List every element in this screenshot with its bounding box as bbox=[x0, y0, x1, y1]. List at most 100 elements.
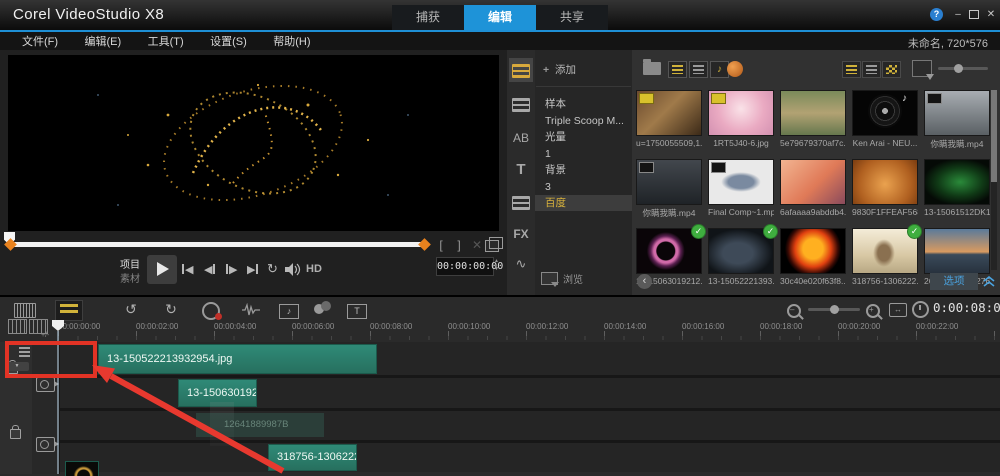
menu-settings[interactable]: 设置(S) bbox=[210, 33, 247, 49]
graphic-icon[interactable] bbox=[509, 190, 533, 214]
help-icon[interactable]: ? bbox=[930, 8, 943, 21]
add-folder-button[interactable]: + 添加 bbox=[543, 62, 576, 77]
overlay-track-3[interactable] bbox=[0, 443, 1000, 472]
menu-help[interactable]: 帮助(H) bbox=[273, 33, 310, 49]
browse-button[interactable]: 浏览 bbox=[541, 271, 583, 287]
import-media-button[interactable] bbox=[912, 60, 934, 80]
back-button[interactable]: ‹ bbox=[637, 274, 652, 289]
collapse-panel-button[interactable] bbox=[982, 274, 996, 289]
media-thumbnail[interactable] bbox=[708, 159, 774, 205]
mark-in-button[interactable]: [ bbox=[434, 238, 448, 253]
show-photos-toggle[interactable] bbox=[689, 61, 708, 78]
redo-button[interactable]: ↻ bbox=[158, 300, 184, 319]
timecode-stepper[interactable]: ▲ ▼ bbox=[494, 257, 499, 273]
timeline-view-button[interactable] bbox=[55, 300, 83, 321]
media-item[interactable]: Final Comp~1.mp4 bbox=[708, 159, 774, 219]
media-thumbnail[interactable] bbox=[780, 228, 846, 274]
enlarge-preview-button[interactable] bbox=[485, 237, 503, 252]
menu-tools[interactable]: 工具(T) bbox=[148, 33, 184, 49]
cloud-media-icon[interactable] bbox=[727, 61, 743, 77]
thumb-size-slider-handle[interactable] bbox=[954, 64, 963, 73]
filter-fx-icon[interactable]: FX bbox=[509, 222, 533, 246]
menu-edit[interactable]: 编辑(E) bbox=[85, 33, 122, 49]
media-item[interactable]: ✓ 13-15052221393... bbox=[708, 224, 778, 286]
media-scrollbar-thumb[interactable] bbox=[991, 90, 997, 182]
storyboard-view-button[interactable] bbox=[12, 300, 38, 319]
media-thumbnail[interactable] bbox=[852, 159, 918, 205]
auto-music-button[interactable]: ♪ bbox=[276, 300, 302, 319]
menu-file[interactable]: 文件(F) bbox=[22, 33, 58, 49]
overlay-track-1-icon[interactable] bbox=[36, 437, 59, 452]
next-frame-button[interactable]: ▶ bbox=[226, 262, 237, 276]
sound-mixer-button[interactable] bbox=[238, 300, 264, 319]
track-view-toggle-1[interactable] bbox=[8, 319, 27, 334]
preview-video[interactable] bbox=[8, 55, 499, 231]
home-button[interactable]: ◀ bbox=[182, 262, 193, 276]
clip-video-track[interactable]: 13-150522213932954.jpg bbox=[98, 344, 377, 374]
fit-timeline-button[interactable]: ↔ bbox=[889, 303, 907, 317]
media-thumbnail[interactable] bbox=[924, 90, 990, 136]
video-track-icon[interactable] bbox=[36, 377, 59, 392]
media-item[interactable]: 30c40e020f63f8... bbox=[780, 228, 846, 286]
media-thumbnail[interactable] bbox=[636, 90, 702, 136]
lock-icon[interactable] bbox=[10, 425, 21, 439]
restore-button[interactable] bbox=[967, 10, 981, 23]
record-capture-button[interactable] bbox=[198, 300, 224, 320]
split-clip-button[interactable]: ✕ bbox=[470, 238, 484, 253]
category-guangliang[interactable]: 光量 bbox=[535, 129, 632, 145]
end-button[interactable]: ▶ bbox=[247, 262, 259, 276]
media-thumbnail[interactable]: ✓ bbox=[636, 224, 706, 274]
folder-icon[interactable] bbox=[643, 59, 661, 75]
title-icon[interactable]: T bbox=[509, 158, 533, 182]
media-thumbnail[interactable] bbox=[924, 159, 990, 205]
media-item[interactable]: 6afaaaa9abddb4... bbox=[780, 159, 846, 219]
play-button[interactable] bbox=[147, 255, 177, 284]
transition-icon[interactable]: AB bbox=[509, 126, 533, 150]
category-1[interactable]: 1 bbox=[535, 146, 632, 162]
clip-thumbnail[interactable] bbox=[65, 461, 99, 476]
media-item[interactable]: 1RT5J40-6.jpg bbox=[708, 90, 774, 150]
media-item[interactable]: ♪ Ken Arai - NEU... bbox=[852, 90, 918, 150]
media-thumbnail[interactable]: ♪ bbox=[852, 90, 918, 136]
volume-button[interactable] bbox=[285, 263, 301, 281]
thumb-size-slider[interactable] bbox=[938, 67, 988, 70]
media-item[interactable]: 9830F1FFEAF568... bbox=[852, 159, 918, 219]
undo-button[interactable]: ↺ bbox=[118, 300, 144, 319]
media-item[interactable]: ✓ 318756-1306222... bbox=[852, 224, 922, 286]
duration-clock-icon[interactable] bbox=[912, 301, 929, 318]
overlay-track-2[interactable] bbox=[0, 411, 1000, 440]
close-button[interactable]: ✕ bbox=[984, 8, 998, 21]
media-thumbnail[interactable] bbox=[636, 159, 702, 205]
scrubber-bar[interactable] bbox=[9, 242, 425, 247]
media-thumbnail[interactable] bbox=[924, 228, 990, 274]
tab-share[interactable]: 共享 bbox=[536, 5, 608, 30]
media-item[interactable]: 你瞒我瞒.mp4 bbox=[924, 90, 990, 150]
media-thumbnail[interactable]: ✓ bbox=[708, 224, 778, 274]
media-thumbnail[interactable]: ✓ bbox=[852, 224, 922, 274]
grid-view-button[interactable] bbox=[882, 61, 901, 78]
thumbnail-view-button[interactable] bbox=[842, 61, 861, 78]
category-triple-scoop[interactable]: Triple Scoop M... bbox=[535, 113, 632, 129]
instant-project-icon[interactable] bbox=[509, 92, 533, 116]
repeat-button[interactable]: ↻ bbox=[267, 261, 278, 276]
media-thumbnail[interactable] bbox=[780, 159, 846, 205]
category-sample[interactable]: 样本 bbox=[535, 96, 632, 112]
list-view-button[interactable] bbox=[862, 61, 881, 78]
mark-out-button[interactable]: ] bbox=[452, 238, 466, 253]
clip-overlay-2[interactable]: 318756-1306222 bbox=[268, 444, 357, 471]
media-item[interactable]: 13-15061512DK1... bbox=[924, 159, 990, 219]
timeline-zoom-in-button[interactable]: + bbox=[866, 301, 880, 323]
track-motion-icon[interactable]: ∿ bbox=[509, 252, 533, 276]
media-thumbnail[interactable] bbox=[708, 90, 774, 136]
motion-tracking-button[interactable] bbox=[306, 300, 332, 319]
media-item[interactable]: 你瞒我瞒.mp4 bbox=[636, 159, 702, 219]
timeline-zoom-out-button[interactable]: – bbox=[787, 301, 801, 323]
media-item[interactable]: 5e79679370af7c... bbox=[780, 90, 846, 150]
prev-frame-button[interactable]: ◀ bbox=[204, 262, 216, 276]
overlay-track-1[interactable] bbox=[0, 378, 1000, 408]
show-videos-toggle[interactable] bbox=[668, 61, 687, 78]
subtitle-editor-button[interactable]: T bbox=[344, 300, 370, 319]
minimize-button[interactable]: – bbox=[951, 8, 965, 21]
category-background[interactable]: 背景 bbox=[535, 162, 632, 178]
project-mode-label[interactable]: 项目 bbox=[120, 256, 140, 271]
